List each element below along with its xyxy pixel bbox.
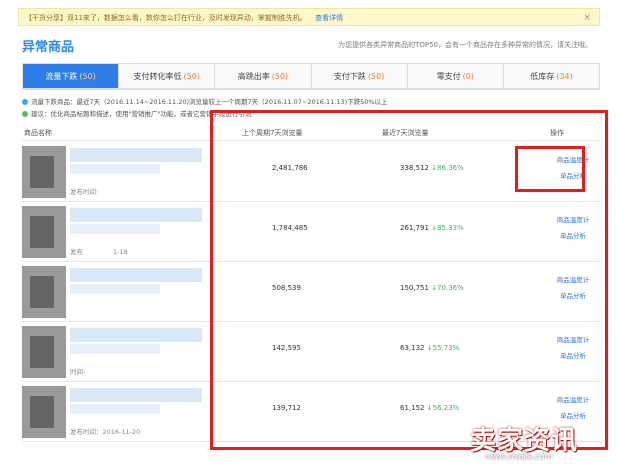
publish-time-value: 1-18 — [113, 248, 128, 256]
publish-time: 发布 1-18 — [70, 246, 128, 256]
col-product-name: 商品名称 — [24, 129, 52, 137]
tab-label: 支付转化率低 — [133, 71, 182, 81]
tab-label: 零支付 — [436, 71, 461, 81]
close-icon[interactable]: × — [583, 9, 591, 27]
product-thumbnail[interactable] — [22, 206, 66, 258]
page-title: 异常商品 — [22, 40, 75, 55]
tab-count: (50) — [367, 71, 385, 81]
product-name-link[interactable] — [70, 328, 202, 342]
tab-label: 低库存 — [530, 71, 555, 81]
product-name-link[interactable] — [70, 388, 202, 402]
tab-traffic-drop[interactable]: 流量下跌 (50) — [22, 63, 119, 89]
tab-count: (0) — [462, 71, 474, 81]
publish-time: 发布时间：2016-11-20 — [70, 428, 141, 436]
publish-time: 发布时间: — [70, 188, 99, 196]
tab-high-bounce[interactable]: 高跳出率 (50) — [214, 63, 311, 89]
info-definition-text: 流量下跌商品：最近7天（2016.11.14~2016.11.20)浏览量较上一… — [31, 98, 388, 106]
tab-count: (50) — [79, 71, 96, 81]
notice-text: 【干货分享】双11来了，数据怎么看，数你怎么打在行业，及时发现异动，掌握制胜先机… — [25, 14, 307, 22]
tip-icon — [22, 111, 28, 117]
product-name-link[interactable] — [70, 268, 202, 282]
tab-count: (34) — [556, 71, 573, 81]
tab-payment-drop[interactable]: 支付下跌 (50) — [310, 63, 407, 89]
notice-detail-link[interactable]: 查看详情 — [315, 14, 343, 22]
info-definition: 流量下跌商品：最近7天（2016.11.14~2016.11.20)浏览量较上一… — [22, 96, 388, 106]
product-name-link[interactable] — [70, 208, 202, 222]
tab-low-stock[interactable]: 低库存 (34) — [502, 63, 601, 89]
product-name-blur — [70, 344, 160, 354]
product-thumbnail[interactable] — [22, 266, 66, 318]
product-name-link[interactable] — [70, 148, 202, 162]
product-name-blur — [70, 164, 160, 174]
info-icon — [22, 99, 28, 105]
page-subtitle: 为您提供各类异常商品的TOP50，会有一个商品存在多种异常的情况，请关注哦。 — [338, 41, 592, 49]
product-name-blur — [70, 284, 160, 294]
product-thumbnail[interactable] — [22, 326, 66, 378]
product-name-blur — [70, 404, 160, 414]
tab-label: 支付下跌 — [333, 71, 366, 81]
tab-label: 高跳出率 — [237, 71, 270, 81]
tab-low-conversion[interactable]: 支付转化率低 (50) — [118, 63, 215, 89]
tab-zero-payment[interactable]: 零支付 (0) — [406, 63, 503, 89]
publish-time: 时间: — [70, 368, 86, 376]
product-thumbnail[interactable] — [22, 146, 66, 198]
publish-time-label: 发布 — [70, 248, 83, 256]
watermark-url: news.maijia.com — [485, 452, 553, 461]
tab-bar: 流量下跌 (50) 支付转化率低 (50) 高跳出率 (50) 支付下跌 (50) 零支… — [22, 63, 601, 90]
product-thumbnail[interactable] — [22, 386, 66, 438]
tab-label: 流量下跌 — [45, 71, 78, 81]
product-name-blur — [70, 224, 160, 234]
tab-count: (50) — [183, 71, 200, 81]
tab-count: (50) — [271, 71, 289, 81]
notice-bar: 【干货分享】双11来了，数据怎么看，数你怎么打在行业，及时发现异动，掌握制胜先机… — [18, 8, 600, 26]
highlight-box-ops — [515, 146, 585, 192]
